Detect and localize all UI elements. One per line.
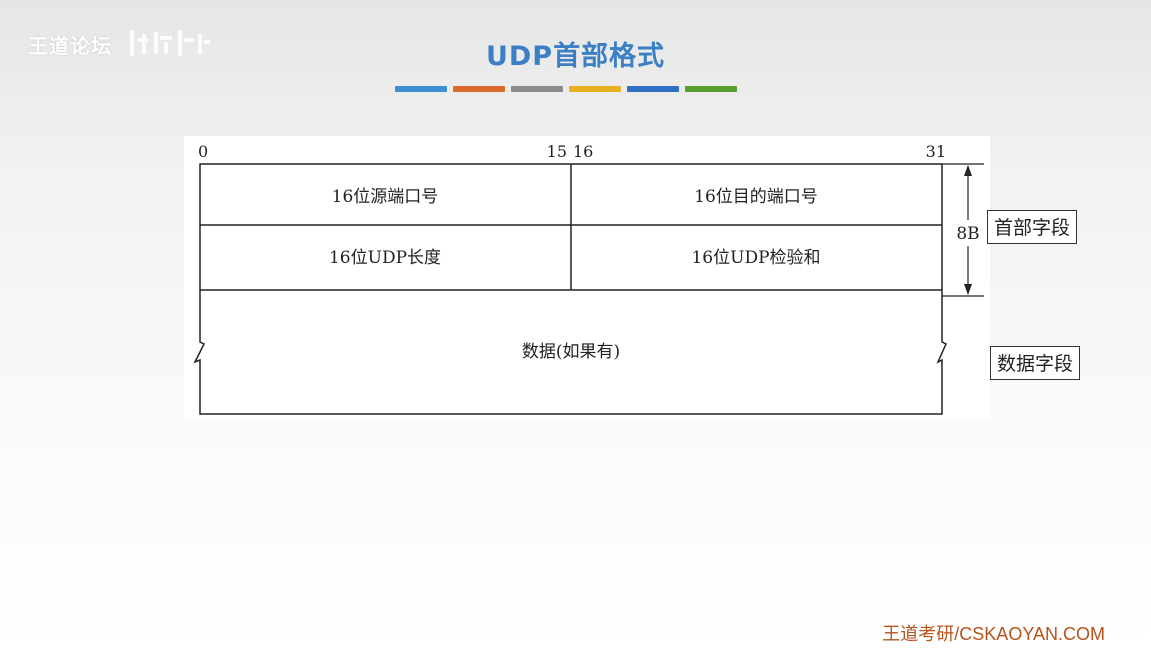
- color-bar-segment: [511, 86, 563, 92]
- arrow-up-icon: [964, 165, 972, 176]
- page-title: UDP首部格式: [485, 41, 666, 72]
- field-udp-checksum: 16位UDP检验和: [691, 248, 820, 268]
- header-field-label: 首部字段: [987, 210, 1078, 244]
- bit-label-31: 31: [926, 142, 946, 161]
- field-destination-port: 16位目的端口号: [694, 187, 818, 207]
- title-color-bar: [395, 86, 737, 92]
- udp-header-diagram: 0 15 16 31 16位源端口号 16位目的端口号 16位UDP长度 16位…: [184, 136, 990, 419]
- bit-label-16: 16: [573, 142, 593, 161]
- footer-site: 王道考研/CSKAOYAN.COM: [882, 624, 1105, 644]
- color-bar-segment: [395, 86, 447, 92]
- bit-label-0: 0: [198, 142, 208, 161]
- bit-label-15: 15: [547, 142, 567, 161]
- field-data: 数据(如果有): [522, 342, 620, 362]
- color-bar-segment: [685, 86, 737, 92]
- data-field-label: 数据字段: [990, 346, 1081, 380]
- arrow-down-icon: [964, 284, 972, 295]
- field-source-port: 16位源端口号: [332, 187, 439, 207]
- field-udp-length: 16位UDP长度: [329, 248, 441, 268]
- color-bar-segment: [453, 86, 505, 92]
- color-bar-segment: [627, 86, 679, 92]
- color-bar-segment: [569, 86, 621, 92]
- header-size-label: 8B: [956, 224, 979, 244]
